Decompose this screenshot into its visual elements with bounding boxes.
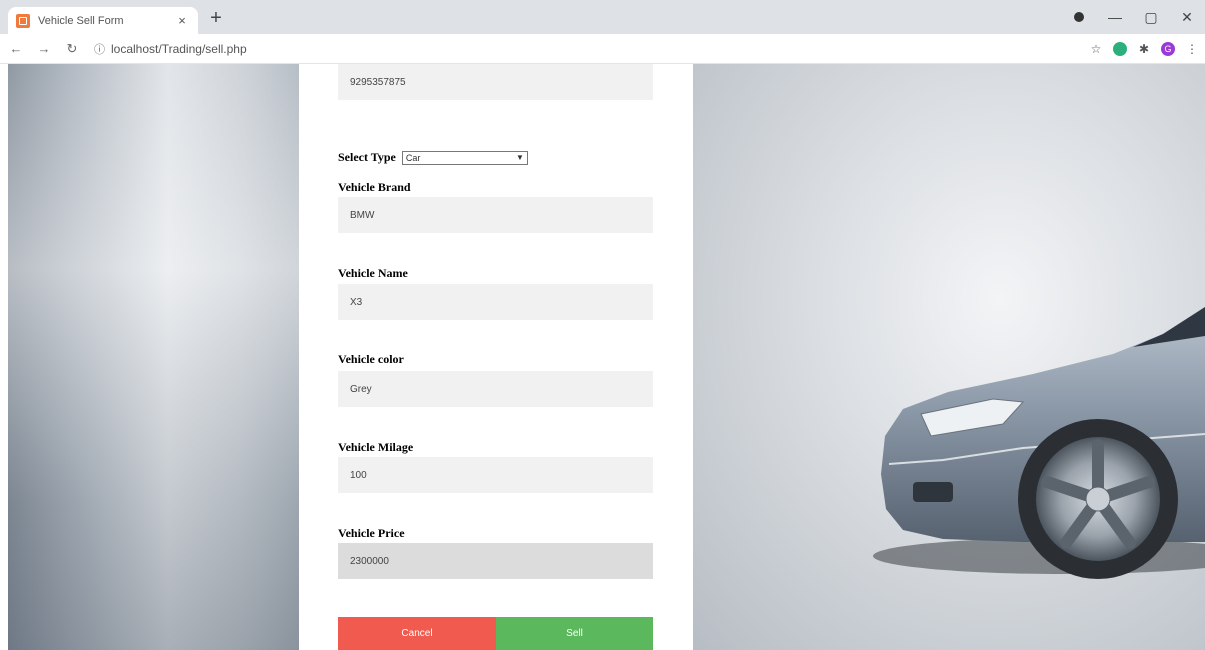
select-type-label: Select Type <box>338 150 396 164</box>
extension-green-icon[interactable] <box>1113 42 1127 56</box>
vehicle-type-value: Car <box>405 153 421 164</box>
select-type-row: Select Type Car ▼ <box>338 150 528 166</box>
color-label: Vehicle color <box>338 352 404 366</box>
car-illustration <box>873 307 1205 579</box>
milage-label: Vehicle Milage <box>338 440 414 454</box>
maximize-icon[interactable]: ▢ <box>1133 9 1169 26</box>
left-background-image <box>8 64 299 650</box>
menu-kebab-icon[interactable]: ⋮ <box>1185 42 1199 56</box>
vehicle-type-select[interactable]: Car ▼ <box>401 151 528 166</box>
browser-tab[interactable]: Vehicle Sell Form × <box>8 7 198 34</box>
milage-field[interactable]: 100 <box>338 457 653 493</box>
profile-avatar[interactable]: G <box>1161 42 1175 56</box>
back-icon[interactable]: ← <box>4 41 28 56</box>
info-icon[interactable]: ⓘ <box>94 41 105 57</box>
name-label: Vehicle Name <box>338 266 408 280</box>
phone-field[interactable]: 9295357875 <box>338 64 653 100</box>
bookmark-star-icon[interactable]: ☆ <box>1089 42 1103 56</box>
window-controls: — ▢ ✕ <box>1061 0 1205 34</box>
tab-title: Vehicle Sell Form <box>38 14 124 27</box>
page-favicon-icon <box>16 13 30 28</box>
tab-close-button[interactable]: × <box>174 13 190 28</box>
new-tab-button[interactable]: + <box>204 8 228 28</box>
address-bar[interactable]: ⓘ localhost/Trading/sell.php <box>94 41 247 57</box>
color-field[interactable]: Grey <box>338 371 653 407</box>
name-field[interactable]: X3 <box>338 284 653 320</box>
url-text[interactable]: localhost/Trading/sell.php <box>111 42 247 56</box>
cancel-button[interactable]: Cancel <box>338 617 496 650</box>
chevron-down-icon: ▼ <box>515 153 524 163</box>
price-field[interactable]: 2300000 <box>338 543 653 579</box>
car-background-image <box>693 64 1205 650</box>
forward-icon[interactable]: → <box>32 41 56 56</box>
close-window-icon[interactable]: ✕ <box>1169 9 1205 26</box>
tab-search-icon[interactable] <box>1061 9 1097 25</box>
reload-icon[interactable]: ↻ <box>60 41 84 57</box>
extensions-puzzle-icon[interactable]: ✱ <box>1137 42 1151 56</box>
minimize-icon[interactable]: — <box>1097 9 1133 25</box>
brand-field[interactable]: BMW <box>338 197 653 233</box>
browser-toolbar: ← → ↻ ⓘ localhost/Trading/sell.php ☆ ✱ G… <box>0 34 1205 64</box>
browser-tab-strip: Vehicle Sell Form × + — ▢ ✕ <box>0 0 1205 34</box>
brand-label: Vehicle Brand <box>338 180 411 194</box>
sell-button[interactable]: Sell <box>496 617 653 650</box>
price-label: Vehicle Price <box>338 526 405 540</box>
